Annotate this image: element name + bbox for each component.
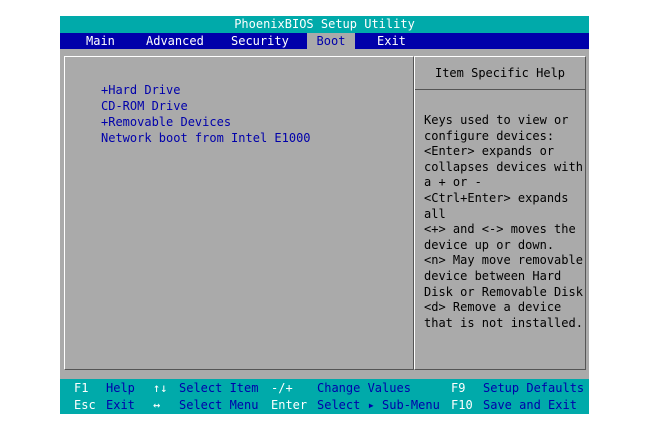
menu-tab-exit[interactable]: Exit	[373, 33, 410, 49]
menu-bar: Main Advanced Security Boot Exit	[60, 33, 589, 49]
help-line: all	[424, 206, 446, 221]
boot-item-removable-devices[interactable]: +Removable Devices	[101, 115, 231, 129]
help-line: device up or down.	[424, 237, 555, 252]
boot-order-panel: +Hard Drive CD-ROM Drive +Removable Devi…	[64, 56, 414, 370]
key-f10-desc: Save and Exit	[483, 398, 577, 412]
boot-item-network-boot[interactable]: Network boot from Intel E1000	[101, 131, 311, 145]
menu-tab-main[interactable]: Main	[82, 33, 119, 49]
boot-item-hard-drive[interactable]: +Hard Drive	[101, 83, 180, 97]
key-f9: F9	[451, 381, 466, 395]
key-f1-desc: Help	[106, 381, 135, 395]
key-up-down-desc: Select Item	[179, 381, 259, 395]
help-panel: Item Specific Help Keys used to view or …	[414, 56, 586, 370]
key-esc: Esc	[74, 398, 96, 412]
menu-tab-boot[interactable]: Boot	[307, 33, 355, 49]
help-line: configure devices:	[424, 128, 555, 143]
key-legend-footer: F1 Help ↑↓ Select Item -/+ Change Values…	[60, 379, 589, 414]
help-line: <Enter> expands or	[424, 144, 555, 159]
help-line: Disk or Removable Disk	[424, 284, 583, 299]
key-left-right-desc: Select Menu	[179, 398, 259, 412]
bios-screen: PhoenixBIOS Setup Utility Main Advanced …	[60, 16, 589, 414]
help-line: <d> Remove a device	[424, 300, 562, 315]
help-line: device between Hard	[424, 268, 562, 283]
key-up-down: ↑↓	[153, 381, 168, 395]
boot-item-cdrom-drive[interactable]: CD-ROM Drive	[101, 99, 188, 113]
help-line: a + or -	[424, 175, 482, 190]
help-line: Keys used to view or	[424, 113, 569, 127]
menu-tab-security[interactable]: Security	[227, 33, 293, 49]
key-enter: Enter	[271, 398, 308, 412]
key-enter-desc: Select ▸ Sub-Menu	[317, 398, 440, 412]
help-line: <n> May move removable	[424, 253, 583, 268]
help-text: Keys used to view or configure devices: …	[424, 113, 586, 331]
window-title: PhoenixBIOS Setup Utility	[60, 16, 589, 33]
help-title: Item Specific Help	[415, 57, 585, 90]
key-f9-desc: Setup Defaults	[483, 381, 585, 395]
help-line: <+> and <-> moves the	[424, 222, 576, 237]
help-line: <Ctrl+Enter> expands	[424, 190, 569, 205]
key-minus-plus-desc: Change Values	[317, 381, 411, 395]
help-line: that is not installed.	[424, 315, 583, 330]
help-line: collapses devices with	[424, 159, 583, 174]
key-esc-desc: Exit	[106, 398, 135, 412]
key-f10: F10	[451, 398, 473, 412]
key-f1: F1	[74, 381, 89, 395]
key-left-right: ↔	[153, 398, 161, 412]
menu-tab-advanced[interactable]: Advanced	[142, 33, 208, 49]
key-minus-plus: -/+	[271, 381, 293, 395]
